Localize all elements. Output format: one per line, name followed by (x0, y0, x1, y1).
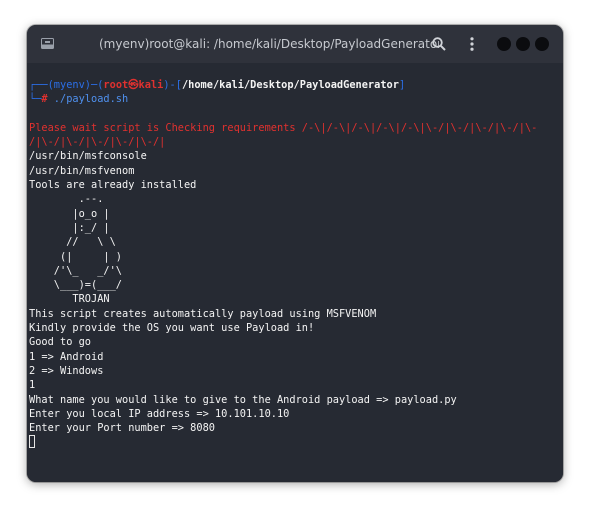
terminal-output-area[interactable]: ┌──(myenv)─(root㉿kali)-[/home/kali/Deskt… (27, 63, 563, 482)
good-to-go: Good to go (29, 336, 91, 349)
trojan-ascii-art: .--. |o_o | |:_/ | // \ \ (| | ) /'\_ _/… (53, 193, 122, 306)
msfconsole-path: /usr/bin/msfconsole (29, 150, 147, 163)
ip-address-prompt: Enter you local IP address => 10.101.10.… (29, 407, 290, 420)
user-choice: 1 (29, 379, 36, 392)
option-android: 1 => Android (29, 350, 104, 363)
search-icon[interactable] (431, 36, 447, 52)
prompt-path-close: ] (398, 79, 406, 91)
scrollbar[interactable] (555, 63, 561, 482)
terminal-text: ┌──(myenv)─(root㉿kali)-[/home/kali/Deskt… (29, 78, 537, 450)
skull-icon: ㉿ (128, 79, 139, 91)
prompt-user: root (103, 79, 129, 91)
close-button[interactable] (535, 37, 549, 51)
installed-message: Tools are already installed (29, 179, 197, 192)
maximize-button[interactable] (516, 37, 530, 51)
prompt-path: /home/kali/Desktop/PayloadGenerator (181, 79, 399, 91)
intro-line-1: This script creates automatically payloa… (29, 307, 377, 320)
msfvenom-path: /usr/bin/msfvenom (29, 164, 135, 177)
intro-line-2: Kindly provide the OS you want use Paylo… (29, 322, 315, 335)
terminal-app-icon (41, 38, 54, 49)
terminal-cursor (29, 435, 35, 449)
terminal-window: (myenv)root@kali: /home/kali/Desktop/Pay… (27, 25, 563, 482)
prompt-corner-bottom: └─ (29, 93, 42, 106)
option-windows: 2 => Windows (29, 364, 104, 377)
payload-name-prompt: What name you would like to give to the … (29, 393, 457, 406)
typed-command: ./payload.sh (47, 93, 129, 106)
prompt-corner-top: ┌── (29, 79, 48, 91)
title-bar[interactable]: (myenv)root@kali: /home/kali/Desktop/Pay… (27, 25, 563, 63)
minimize-button[interactable] (497, 37, 511, 51)
kebab-menu-icon[interactable] (464, 36, 480, 52)
wait-message-line-2: /|\-/|\-/|\-/|\-/|\-/| (29, 136, 166, 149)
window-title: (myenv)root@kali: /home/kali/Desktop/Pay… (99, 37, 439, 51)
prompt-env: (myenv) (47, 79, 92, 91)
prompt-host: kali (138, 79, 164, 91)
wait-message-line-1: Please wait script is Checking requireme… (29, 121, 538, 134)
prompt-line-2: └─# ./payload.sh (29, 93, 128, 105)
port-prompt: Enter your Port number => 8080 (29, 422, 215, 435)
prompt-line-1: ┌──(myenv)─(root㉿kali)-[/home/kali/Deskt… (29, 79, 405, 91)
